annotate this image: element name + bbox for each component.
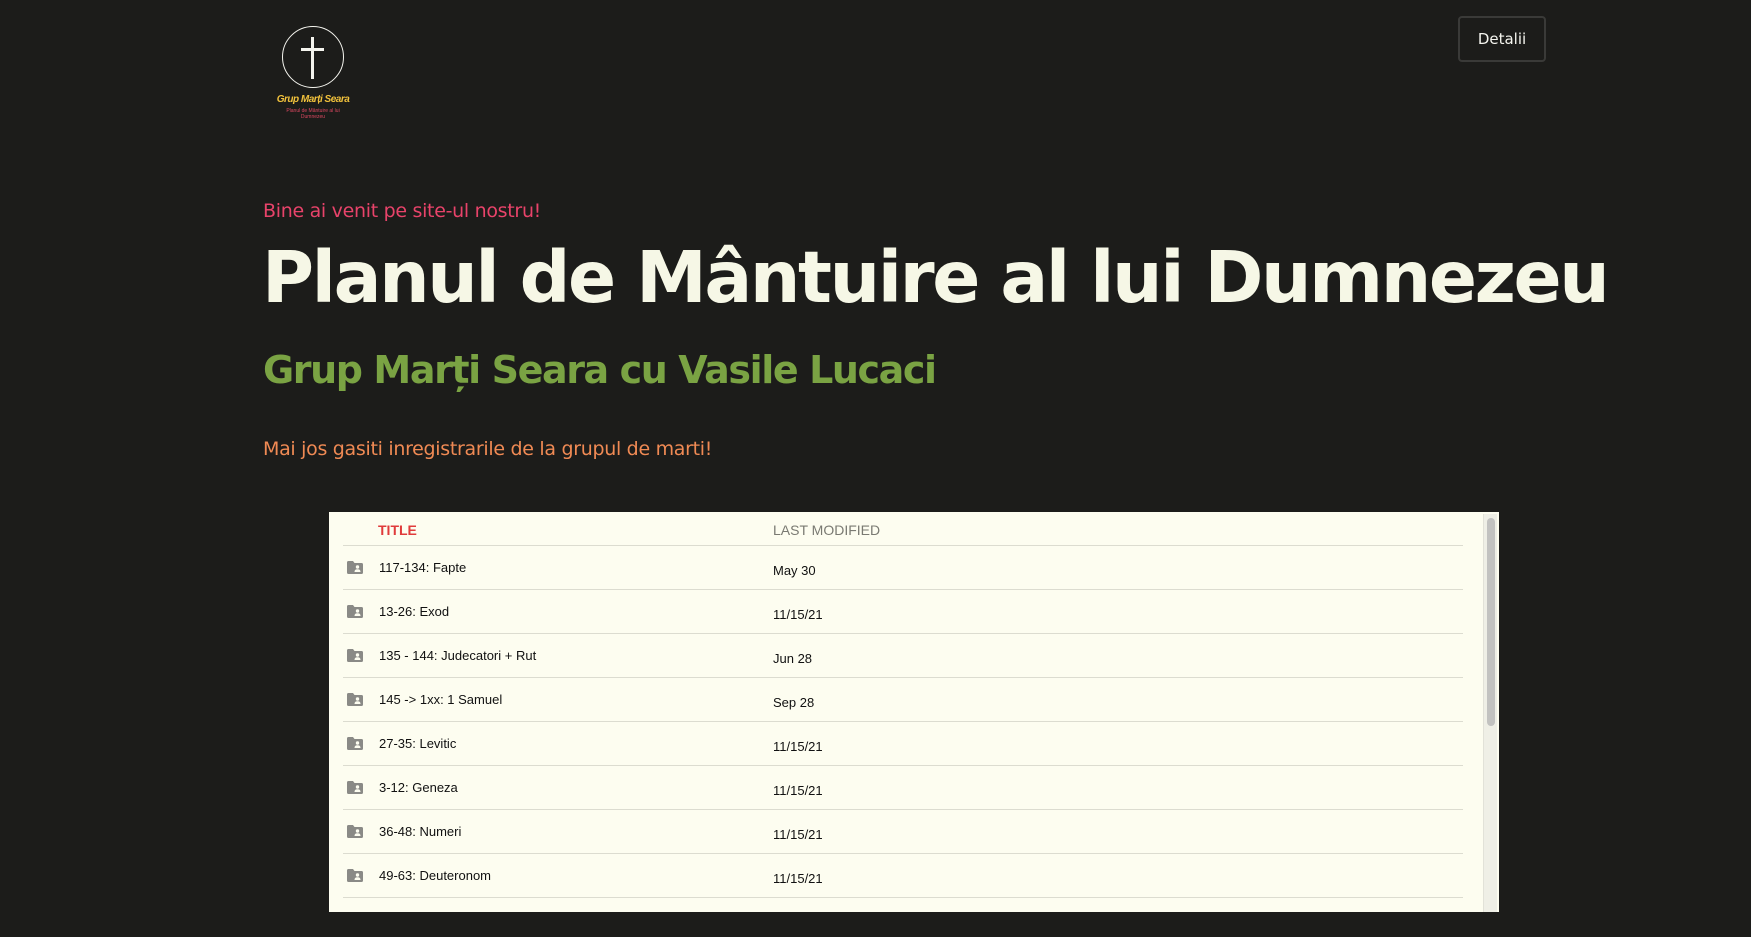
details-button[interactable]: Detalii: [1458, 16, 1546, 62]
file-modified-date: May 30: [773, 563, 816, 578]
cross-icon: [282, 26, 344, 88]
file-name[interactable]: 13-26: Exod: [379, 604, 449, 619]
table-row[interactable]: 135 - 144: Judecatori + Rut Jun 28: [343, 634, 1463, 678]
table-row[interactable]: 145 -> 1xx: 1 Samuel Sep 28: [343, 678, 1463, 722]
table-row[interactable]: 3-12: Geneza 11/15/21: [343, 766, 1463, 810]
table-row[interactable]: 49-63: Deuteronom 11/15/21: [343, 854, 1463, 898]
shared-folder-icon: [347, 605, 363, 618]
file-name[interactable]: 135 - 144: Judecatori + Rut: [379, 648, 536, 663]
file-modified-date: Jun 28: [773, 651, 813, 666]
file-modified-date: 11/15/21: [773, 739, 823, 754]
scrollbar[interactable]: [1483, 514, 1497, 912]
file-name[interactable]: 3-12: Geneza: [379, 780, 458, 795]
file-modified-date: 11/15/21: [773, 783, 823, 798]
page-title: Planul de Mântuire al lui Dumnezeu: [262, 236, 1610, 319]
shared-folder-icon: [347, 561, 363, 574]
shared-folder-icon: [347, 869, 363, 882]
logo-subtitle: Planul de Mântuire al lui Dumnezeu: [286, 108, 340, 120]
table-row[interactable]: 36-48: Numeri 11/15/21: [343, 810, 1463, 854]
shared-folder-icon: [347, 693, 363, 706]
page-subtitle: Grup Marți Seara cu Vasile Lucaci: [263, 348, 937, 392]
shared-folder-icon: [347, 737, 363, 750]
file-modified-date: 11/15/21: [773, 607, 823, 622]
file-name[interactable]: 117-134: Fapte: [379, 560, 466, 575]
logo-title: Grup Marți Seara: [276, 94, 350, 105]
intro-text: Mai jos gasiti inregistrarile de la grup…: [263, 438, 713, 460]
file-modified-date: 11/15/21: [773, 871, 823, 886]
file-name[interactable]: 145 -> 1xx: 1 Samuel: [379, 692, 502, 707]
table-header: TITLE LAST MODIFIED: [343, 512, 1463, 546]
table-row[interactable]: 13-26: Exod 11/15/21: [343, 590, 1463, 634]
file-modified-date: Sep 28: [773, 695, 815, 710]
file-name[interactable]: 27-35: Levitic: [379, 736, 456, 751]
column-header-last-modified[interactable]: LAST MODIFIED: [773, 522, 880, 538]
table-row[interactable]: 117-134: Fapte May 30: [343, 546, 1463, 590]
column-header-title[interactable]: TITLE: [378, 522, 417, 538]
table-row[interactable]: 27-35: Levitic 11/15/21: [343, 722, 1463, 766]
shared-folder-icon: [347, 781, 363, 794]
welcome-text: Bine ai venit pe site-ul nostru!: [263, 200, 541, 222]
file-name[interactable]: 36-48: Numeri: [379, 824, 461, 839]
file-modified-date: 11/15/21: [773, 827, 823, 842]
site-logo[interactable]: Grup Marți Seara Planul de Mântuire al l…: [271, 22, 355, 132]
shared-folder-icon: [347, 649, 363, 662]
scrollbar-thumb[interactable]: [1487, 518, 1495, 726]
drive-folder-embed: TITLE LAST MODIFIED 117-134: Fapte May 30…: [329, 512, 1499, 912]
shared-folder-icon: [347, 825, 363, 838]
file-name[interactable]: 49-63: Deuteronom: [379, 868, 491, 883]
